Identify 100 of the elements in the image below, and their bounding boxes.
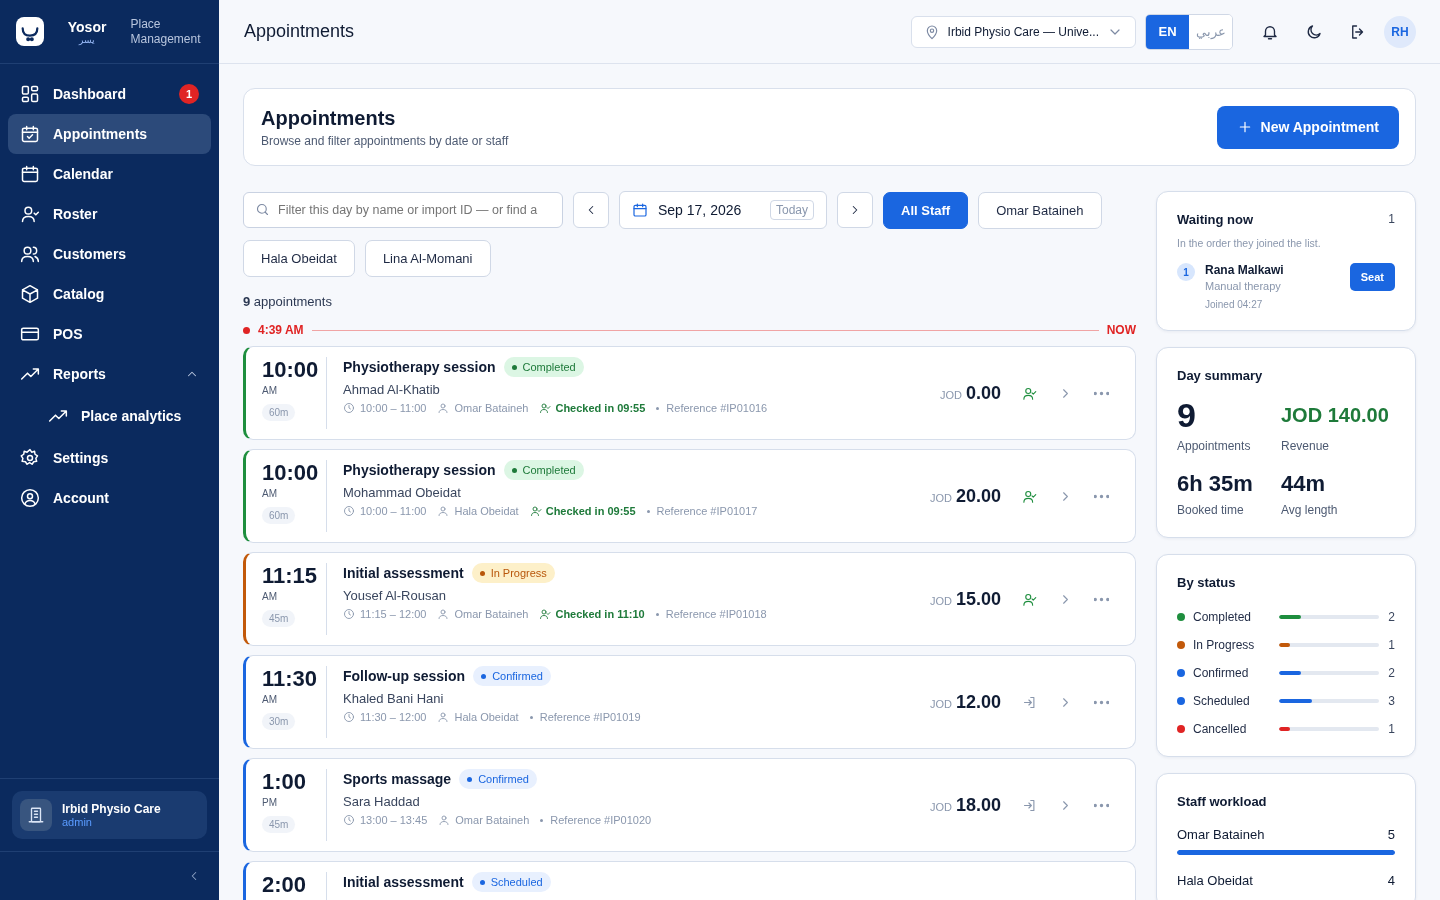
appointment-card[interactable]: 2:00 Initial assessment Scheduled: [243, 861, 1136, 900]
section-subtitle: Browse and filter appointments by date or staff: [261, 133, 509, 148]
check-in-time: Checked in 11:10: [555, 608, 645, 620]
appointment-card[interactable]: 1:00 PM 45m Sports massage Confirmed Sara Haddad 13:00 – 13:45 Omar Bataineh Reference #IP01020 JOD 18.00: [243, 758, 1136, 852]
now-dot: [243, 326, 250, 334]
seat-button[interactable]: Seat: [1349, 263, 1395, 291]
status-badge: Confirmed: [473, 666, 551, 686]
nav-item[interactable]: Place analytics: [8, 394, 211, 438]
start-time: 1:00: [262, 769, 307, 795]
nav-item[interactable]: Reports: [8, 354, 211, 394]
person-icon: [437, 608, 450, 620]
appointment-card[interactable]: 10:00 AM 60m Physiotherapy session Completed Ahmad Al-Khatib 10:00 – 11:00 Omar Bataineh Checked in 09:55 Reference #IP01016 JOD 0.00: [243, 346, 1136, 440]
nav-item[interactable]: Roster: [8, 194, 211, 234]
date-value: Sep 17, 2026: [658, 202, 743, 218]
status-label: Completed: [1193, 610, 1253, 624]
nav-item[interactable]: Appointments: [8, 114, 211, 154]
stat-label: Appointments: [1177, 439, 1252, 453]
stat-value: 44m: [1281, 471, 1327, 497]
stat-value: JOD 140.00: [1281, 403, 1390, 428]
next-day-button[interactable]: [837, 192, 873, 228]
enter-icon: [1021, 694, 1037, 710]
staff-filter-chip[interactable]: Omar Bataineh: [978, 191, 1102, 229]
search-field[interactable]: Filter this day by name or import ID — or find a: [243, 192, 563, 228]
page-title: Appointments: [244, 21, 355, 42]
currency-label: JOD: [939, 389, 962, 401]
appointment-card[interactable]: 10:00 AM 60m Physiotherapy session Completed Mohammad Obeidat 10:00 – 11:00 Hala Obeidat Checked in 09:55 Reference #IP01017 JOD 20.00: [243, 449, 1136, 543]
duration-badge: 45m: [262, 816, 296, 833]
time-period: AM: [262, 694, 277, 705]
brand-tagline: Place Management: [130, 16, 202, 47]
status-badge: Completed: [503, 357, 584, 377]
language-option[interactable]: EN: [1146, 14, 1189, 49]
service-name: Initial assessment: [343, 565, 464, 581]
previous-day-button[interactable]: [573, 192, 609, 228]
nav-item[interactable]: POS: [8, 314, 211, 354]
staff-name: Hala Obeidat: [1177, 873, 1253, 888]
reference-number: Reference #IP01019: [539, 711, 641, 723]
nav-icon: [20, 324, 40, 344]
card-title: Day summary: [1177, 368, 1264, 383]
status-count: 3: [1387, 694, 1395, 708]
stat-value: 9: [1177, 397, 1197, 433]
person-icon: [438, 814, 451, 826]
status-label: In Progress: [1193, 638, 1256, 652]
nav-icon: [20, 284, 40, 304]
status-badge: In Progress: [471, 563, 555, 583]
place-role: admin: [62, 816, 93, 828]
reference-number: Reference #IP01017: [656, 505, 758, 517]
workload-count: 5: [1387, 827, 1395, 842]
card-subtitle: In the order they joined the list.: [1177, 237, 1322, 249]
reference-number: Reference #IP01020: [550, 814, 652, 826]
staff-filter-chip[interactable]: All Staff: [883, 191, 969, 229]
stat-value: 6h 35m: [1177, 471, 1254, 497]
place-card[interactable]: Irbid Physio Care admin: [12, 791, 207, 839]
service-name: Physiotherapy session: [343, 359, 496, 375]
start-time: 10:00: [262, 357, 319, 383]
duration-badge: 45m: [262, 610, 296, 627]
customer-name: Ahmad Al-Khatib: [343, 382, 441, 397]
nav-icon: [20, 488, 40, 508]
time-range: 11:15 – 12:00: [360, 608, 427, 620]
nav-item[interactable]: Settings: [8, 438, 211, 478]
clock-icon: [343, 608, 355, 620]
price: 0.00: [965, 382, 1001, 404]
nav-item[interactable]: Customers: [8, 234, 211, 274]
time-range: 13:00 – 13:45: [360, 814, 428, 826]
person-icon: [437, 402, 450, 414]
nav-item[interactable]: Dashboard 1: [8, 74, 211, 114]
stat-label: Revenue: [1281, 439, 1331, 453]
card-title: Waiting now: [1177, 212, 1254, 227]
user-check-icon: [539, 608, 552, 620]
time-period: AM: [262, 488, 277, 499]
appointment-card[interactable]: 11:15 AM 45m Initial assessment In Progress Yousef Al-Rousan 11:15 – 12:00 Omar Bataineh Checked in 11:10 Reference #IP01018 JOD 15.00: [243, 552, 1136, 646]
clock-icon: [343, 402, 355, 414]
user-avatar[interactable]: RH: [1384, 15, 1416, 48]
service-name: Manual therapy: [1205, 280, 1282, 292]
section-title: Appointments: [261, 106, 397, 130]
new-appointment-button[interactable]: New Appointment: [1216, 105, 1399, 149]
stat-label: Avg length: [1281, 503, 1339, 517]
person-icon: [437, 711, 450, 723]
appointment-card[interactable]: 11:30 AM 30m Follow-up session Confirmed Khaled Bani Hani 11:30 – 12:00 Hala Obeidat Reference #IP01019 JOD 12.00: [243, 655, 1136, 749]
check-in-time: Checked in 09:55: [545, 505, 636, 517]
clock-icon: [343, 814, 355, 826]
nav-icon: [20, 448, 40, 468]
location-dropdown[interactable]: Irbid Physio Care — Unive...: [910, 15, 1136, 48]
staff-filter-chip[interactable]: Hala Obeidat: [243, 240, 355, 277]
nav-item[interactable]: Catalog: [8, 274, 211, 314]
start-time: 10:00: [262, 460, 319, 486]
price: 20.00: [955, 485, 1001, 507]
date-picker[interactable]: Sep 17, 2026 Today: [619, 191, 827, 229]
user-check-icon: [1021, 591, 1037, 607]
status-count: 2: [1387, 610, 1395, 624]
customer-name: Sara Haddad: [343, 794, 421, 809]
duration-badge: 60m: [262, 404, 296, 421]
nav-icon: [20, 244, 40, 264]
staff-filter-chip[interactable]: Lina Al-Momani: [364, 240, 491, 277]
status-label: Cancelled: [1193, 722, 1248, 736]
customer-name: Rana Malkawi: [1205, 263, 1285, 277]
nav-item[interactable]: Account: [8, 478, 211, 518]
nav-item[interactable]: Calendar: [8, 154, 211, 194]
status-count: 1: [1387, 722, 1395, 736]
user-check-icon: [1021, 385, 1037, 401]
building-icon: [27, 806, 45, 824]
